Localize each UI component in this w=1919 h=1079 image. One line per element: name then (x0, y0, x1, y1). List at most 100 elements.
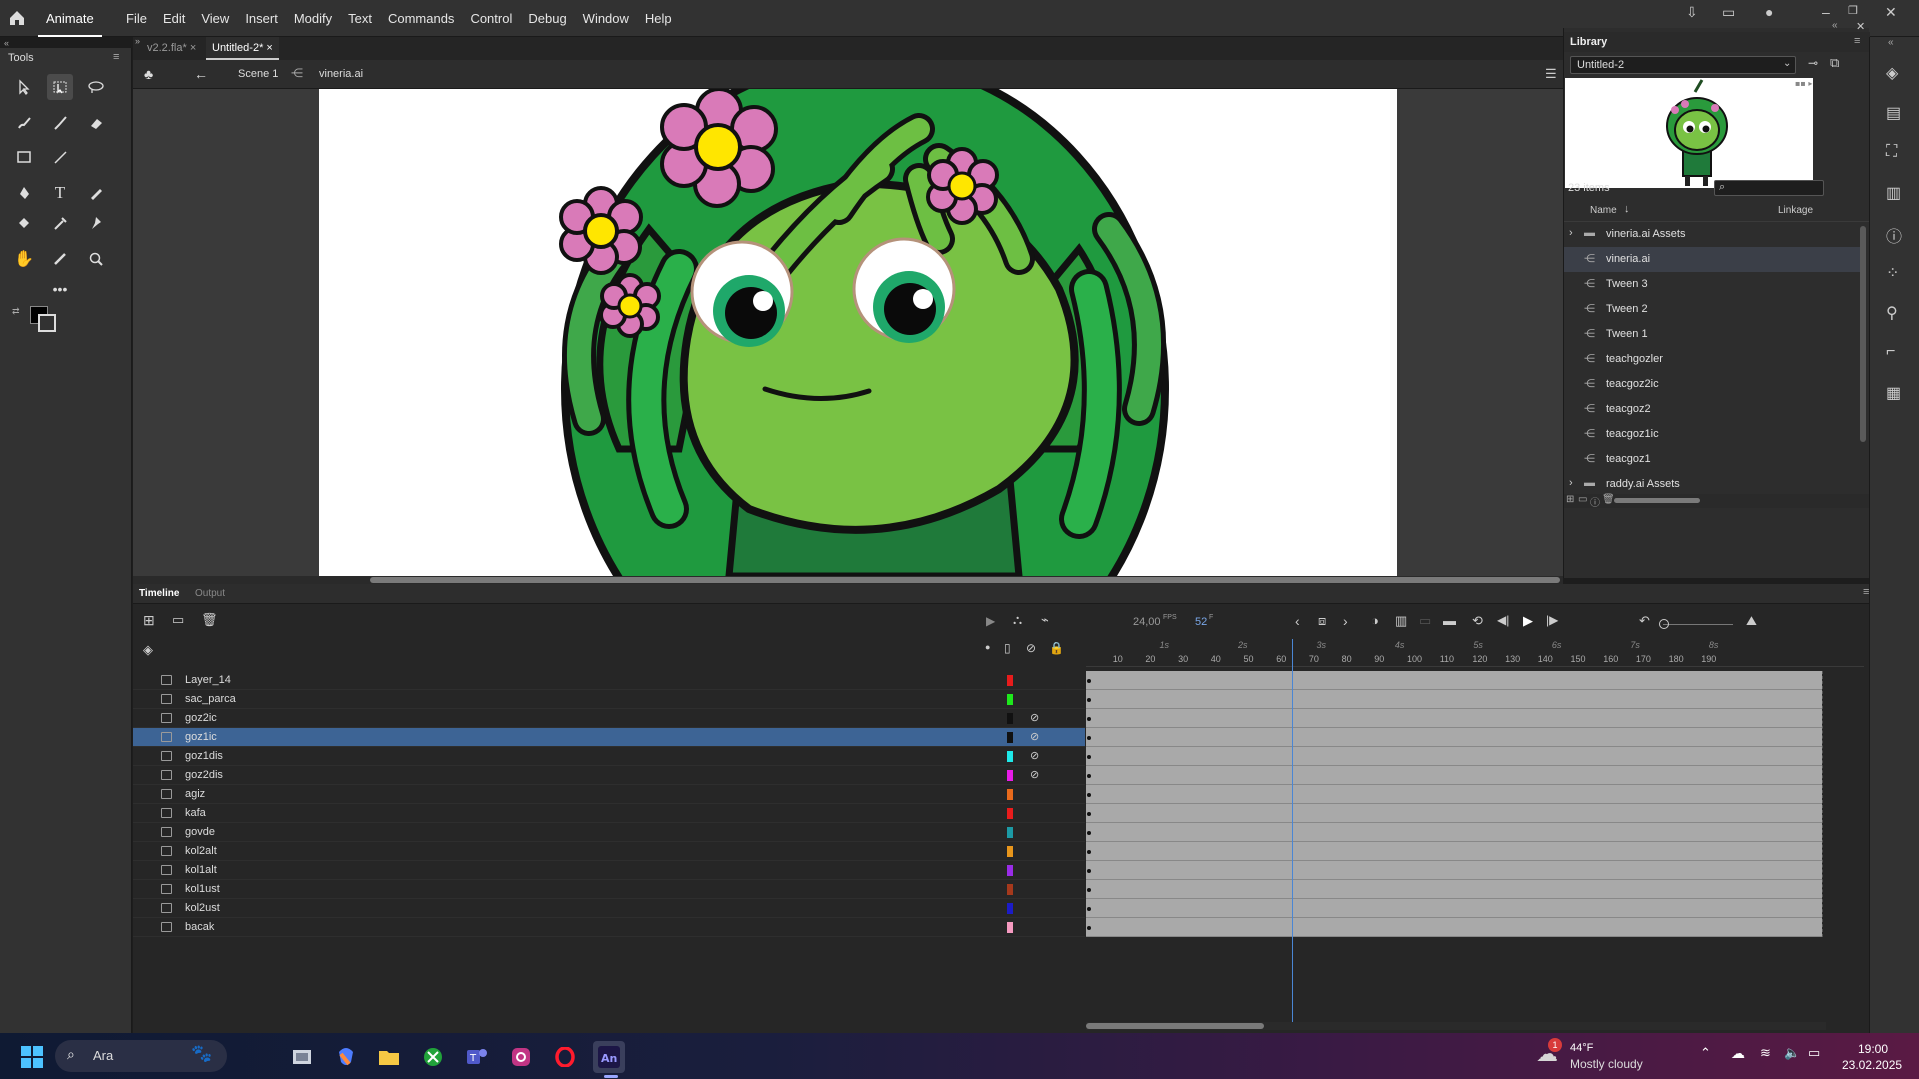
menu-insert[interactable]: Insert (237, 11, 286, 26)
assets-icon[interactable]: ▦ (1886, 383, 1901, 403)
new-folder-icon[interactable]: ▭ (172, 612, 184, 628)
stage-scrollbar-thumb[interactable] (370, 577, 1560, 583)
layer-name[interactable]: goz2dis (185, 769, 223, 781)
hidden-eye-icon[interactable]: ⊘ (1030, 768, 1039, 781)
pin-icon[interactable]: ⊸ (1808, 56, 1818, 70)
motion-presets-icon[interactable]: ⁘ (1886, 263, 1899, 283)
library-item[interactable]: ⋲ vineria.ai (1564, 247, 1860, 272)
library-item[interactable]: ⋲ teacgoz1ic (1564, 422, 1860, 447)
layer-color-swatch[interactable] (1007, 751, 1013, 762)
xbox-icon[interactable] (417, 1041, 449, 1073)
close-icon[interactable]: ✕ (1885, 4, 1897, 21)
layer-row[interactable]: agiz (133, 785, 1085, 804)
layer-color-swatch[interactable] (1007, 846, 1013, 857)
pin-tool-icon[interactable] (83, 210, 109, 236)
info-icon[interactable]: ⓘ (1590, 494, 1600, 509)
linkage-column-header[interactable]: Linkage (1778, 205, 1813, 216)
frame-span[interactable] (1086, 690, 1823, 709)
layer-name[interactable]: goz1dis (185, 750, 223, 762)
layer-name[interactable]: govde (185, 826, 215, 838)
menu-help[interactable]: Help (637, 11, 680, 26)
graph-icon[interactable]: ⌁ (1041, 612, 1049, 628)
tab-output[interactable]: Output (195, 588, 225, 599)
loop-icon[interactable]: ⟲ (1472, 613, 1483, 629)
back-arrow-icon[interactable]: ← (194, 66, 208, 82)
keyframe-dot[interactable] (1087, 869, 1091, 873)
layers-icon[interactable]: ◈ (143, 642, 153, 658)
keyframe-dot[interactable] (1087, 755, 1091, 759)
frame-span[interactable] (1086, 785, 1823, 804)
layer-row[interactable]: bacak (133, 918, 1085, 937)
library-item[interactable]: ⋲ teacgoz2ic (1564, 372, 1860, 397)
keyframe-dot[interactable] (1087, 793, 1091, 797)
layer-name[interactable]: agiz (185, 788, 205, 800)
home-icon[interactable] (8, 9, 26, 27)
layer-name[interactable]: sac_parca (185, 693, 236, 705)
current-frame[interactable]: 52 (1195, 616, 1207, 628)
layer-row[interactable]: kol1ust (133, 880, 1085, 899)
keyframe-dot[interactable] (1087, 907, 1091, 911)
minimize-icon[interactable]: – (1822, 4, 1830, 20)
task-view-icon[interactable] (286, 1041, 318, 1073)
scene-label[interactable]: Scene 1 (238, 68, 278, 80)
chevron-up-icon[interactable]: ⌃ (1700, 1045, 1711, 1061)
layer-color-swatch[interactable] (1007, 903, 1013, 914)
weather-desc[interactable]: Mostly cloudy (1570, 1057, 1643, 1071)
volume-icon[interactable]: 🔈 (1784, 1045, 1800, 1061)
workspace-icon[interactable]: ⇩ (1686, 4, 1698, 21)
layer-row[interactable]: kol2alt (133, 842, 1085, 861)
step-forward-icon[interactable]: |▶ (1546, 613, 1558, 627)
new-layer-icon[interactable]: ⊞ (143, 612, 155, 629)
edit-multiple-frames-icon[interactable]: ▥ (1395, 613, 1407, 629)
clock-time[interactable]: 19:00 (1858, 1042, 1888, 1056)
rectangle-tool-icon[interactable] (11, 144, 37, 170)
pencil-tool-icon[interactable] (83, 180, 109, 206)
hidden-eye-icon[interactable]: ⊘ (1030, 711, 1039, 724)
library-icon[interactable]: ▤ (1886, 103, 1901, 123)
layer-row[interactable]: goz1dis ⊘ (133, 747, 1085, 766)
symbol-label[interactable]: vineria.ai (319, 68, 363, 80)
library-search-input[interactable]: ⌕ (1714, 180, 1824, 196)
timeline-ruler[interactable]: 10 20 30 40 50 60 70 80 90 100 110 120 130 140 150 160 1… (1086, 639, 1864, 667)
layer-name[interactable]: bacak (185, 921, 214, 933)
copilot-icon[interactable] (330, 1041, 362, 1073)
hidden-eye-icon[interactable]: ⊘ (1030, 730, 1039, 743)
taskbar-search[interactable]: ⌕ Ara 🐾 (55, 1040, 227, 1072)
lasso-tool-icon[interactable] (83, 74, 109, 100)
bone-tool-icon[interactable] (47, 246, 73, 272)
menu-edit[interactable]: Edit (155, 11, 193, 26)
tab-timeline[interactable]: Timeline (139, 588, 179, 599)
expand-folder-icon[interactable]: › (1569, 477, 1573, 489)
frame-span[interactable] (1086, 918, 1823, 937)
library-item[interactable]: ⋲ teacgoz1 (1564, 447, 1860, 472)
library-hscroll[interactable] (1614, 498, 1700, 503)
align-icon[interactable]: ▥ (1886, 183, 1901, 203)
account-icon[interactable]: ● (1765, 4, 1773, 20)
undo-icon[interactable]: ↶ (1639, 613, 1650, 629)
selection-tool-icon[interactable] (11, 74, 37, 100)
sort-arrow-icon[interactable]: ↓ (1624, 203, 1630, 215)
close-tab-icon[interactable]: × (190, 42, 196, 54)
new-library-panel-icon[interactable]: ⧉ (1830, 55, 1839, 71)
layer-name[interactable]: kol1ust (185, 883, 220, 895)
keyframe-dot[interactable] (1087, 850, 1091, 854)
outline-icon[interactable]: ▯ (1004, 641, 1011, 655)
layer-name[interactable]: kol2ust (185, 902, 220, 914)
tab-untitled2[interactable]: Untitled-2* × (206, 37, 279, 60)
layer-row[interactable]: govde (133, 823, 1085, 842)
instagram-icon[interactable] (505, 1041, 537, 1073)
menu-file[interactable]: File (118, 11, 155, 26)
eyedropper-tool-icon[interactable] (47, 210, 73, 236)
collapse-icon[interactable]: » (135, 36, 140, 46)
keyframe-dot[interactable] (1087, 831, 1091, 835)
components-icon[interactable]: ⚲ (1886, 303, 1898, 323)
pen-tool-icon[interactable] (11, 180, 37, 206)
layer-name[interactable]: kol1alt (185, 864, 217, 876)
library-item[interactable]: ⋲ teacgoz2 (1564, 397, 1860, 422)
layer-row[interactable]: goz2dis ⊘ (133, 766, 1085, 785)
layer-name[interactable]: goz2ic (185, 712, 217, 724)
fps-value[interactable]: 24,00 (1133, 616, 1161, 628)
layer-row[interactable]: Layer_14 (133, 671, 1085, 690)
name-column-header[interactable]: Name (1590, 205, 1617, 216)
eraser-tool-icon[interactable] (83, 110, 109, 136)
